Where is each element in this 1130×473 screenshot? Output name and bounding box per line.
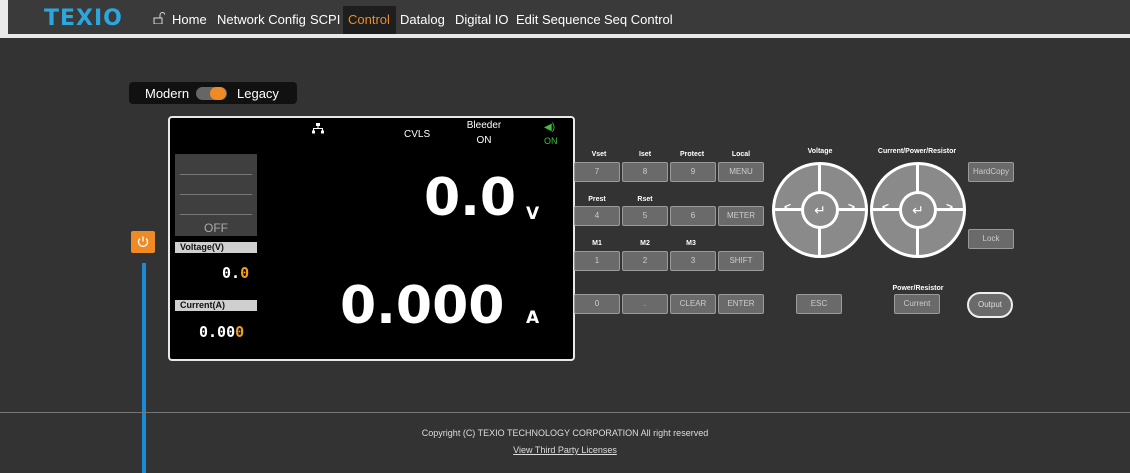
key-0[interactable]: 0 (574, 294, 620, 314)
nav-scpi[interactable]: SCPI (310, 12, 340, 27)
power-resistor-label: Power/Resistor (892, 285, 944, 292)
modern-label: Modern (145, 86, 190, 101)
current-value: 0.000 (199, 323, 244, 341)
current-button[interactable]: Current (894, 294, 940, 314)
vset-label: Vset (591, 151, 607, 158)
key-8[interactable]: 8 (622, 162, 668, 182)
clear-key[interactable]: CLEAR (670, 294, 716, 314)
iset-label: Iset (638, 151, 652, 158)
current-unit: A (526, 308, 540, 328)
hardcopy-button[interactable]: HardCopy (968, 162, 1014, 182)
output-button[interactable]: Output (967, 292, 1013, 318)
voltage-unit: V (526, 204, 540, 224)
voltage-cursor-digit: 0 (240, 264, 250, 282)
current-main: 0.00 (199, 323, 236, 341)
nav-control[interactable]: Control (348, 12, 390, 27)
sound-state: ON (544, 136, 558, 146)
key-5[interactable]: 5 (622, 206, 668, 226)
m3-label: M3 (686, 240, 696, 247)
legacy-label: Legacy (237, 86, 279, 101)
mode-indicator: CVLS (404, 129, 431, 140)
right-arrow-icon[interactable]: > (946, 200, 953, 214)
output-state: OFF (204, 221, 228, 235)
esc-key[interactable]: ESC (796, 294, 842, 314)
key-3[interactable]: 3 (670, 251, 716, 271)
switch-knob (210, 87, 226, 100)
prest-label: Prest (588, 196, 606, 203)
voltage-value: 0.0 (222, 264, 249, 282)
current-dial[interactable]: < > ↵ (870, 162, 966, 258)
current-label: Current(A) (175, 300, 257, 311)
enter-icon: ↵ (804, 194, 836, 226)
status-panel: OFF Voltage(V) 0.0 Current(A) 0.000 (175, 154, 257, 356)
right-arrow-icon[interactable]: > (848, 200, 855, 214)
left-arrow-icon[interactable]: < (784, 200, 791, 214)
key-4[interactable]: 4 (574, 206, 620, 226)
power-icon (137, 236, 149, 247)
voltage-label: Voltage(V) (175, 242, 257, 253)
key-2[interactable]: 2 (622, 251, 668, 271)
third-party-licenses-link[interactable]: View Third Party Licenses (0, 445, 1130, 455)
local-label: Local (731, 151, 751, 158)
key-1[interactable]: 1 (574, 251, 620, 271)
key-6[interactable]: 6 (670, 206, 716, 226)
big-voltage: 0.0 (424, 168, 517, 228)
voltage-dial[interactable]: < > ↵ (772, 162, 868, 258)
speaker-icon: ◀) (544, 122, 556, 133)
copyright-text: Copyright (C) TEXIO TECHNOLOGY CORPORATI… (421, 428, 709, 438)
enter-icon: ↵ (902, 194, 934, 226)
current-cursor-digit: 0 (235, 323, 245, 341)
power-indicator-line (142, 263, 146, 473)
enter-key[interactable]: ENTER (718, 294, 764, 314)
lock-button[interactable]: Lock (968, 229, 1014, 249)
left-arrow-icon[interactable]: < (882, 200, 889, 214)
mode-switch[interactable] (196, 87, 227, 100)
footer-divider (0, 412, 1130, 413)
m2-label: M2 (640, 240, 650, 247)
nav-seq-control[interactable]: Seq Control (604, 12, 673, 27)
slot-divider (180, 194, 252, 195)
nav-home[interactable]: Home (172, 12, 207, 27)
mode-toggle: Modern Legacy (129, 82, 297, 104)
m1-label: M1 (592, 240, 602, 247)
protect-label: Protect (679, 151, 705, 158)
display-screen: CVLS Bleeder ON ◀) ON OFF Voltage(V) 0.0… (168, 116, 575, 361)
decimal-key[interactable]: . (622, 294, 668, 314)
current-enter-button[interactable]: ↵ (899, 191, 937, 229)
voltage-dial-label: Voltage (807, 148, 833, 155)
nav-network-config[interactable]: Network Config (217, 12, 306, 27)
bleeder-label: Bleeder (466, 120, 502, 131)
slot-divider (180, 214, 252, 215)
network-icon (312, 123, 324, 134)
key-9[interactable]: 9 (670, 162, 716, 182)
meter-key[interactable]: METER (718, 206, 764, 226)
voltage-enter-button[interactable]: ↵ (801, 191, 839, 229)
rset-label: Rset (637, 196, 653, 203)
menu-key[interactable]: MENU (718, 162, 764, 182)
memory-slots: OFF (175, 154, 257, 236)
big-current: 0.000 (340, 276, 505, 336)
texio-logo: TEXIO (44, 6, 123, 31)
voltage-main: 0. (222, 264, 241, 282)
power-button[interactable] (131, 231, 155, 253)
nav-edit-sequence[interactable]: Edit Sequence (516, 12, 601, 27)
bleeder-state: ON (476, 135, 492, 146)
nav-digital-io[interactable]: Digital IO (455, 12, 508, 27)
current-dial-label: Current/Power/Resistor (877, 148, 957, 155)
unlock-icon (153, 12, 165, 24)
key-7[interactable]: 7 (574, 162, 620, 182)
shift-key[interactable]: SHIFT (718, 251, 764, 271)
slot-divider (180, 174, 252, 175)
nav-datalog[interactable]: Datalog (400, 12, 445, 27)
